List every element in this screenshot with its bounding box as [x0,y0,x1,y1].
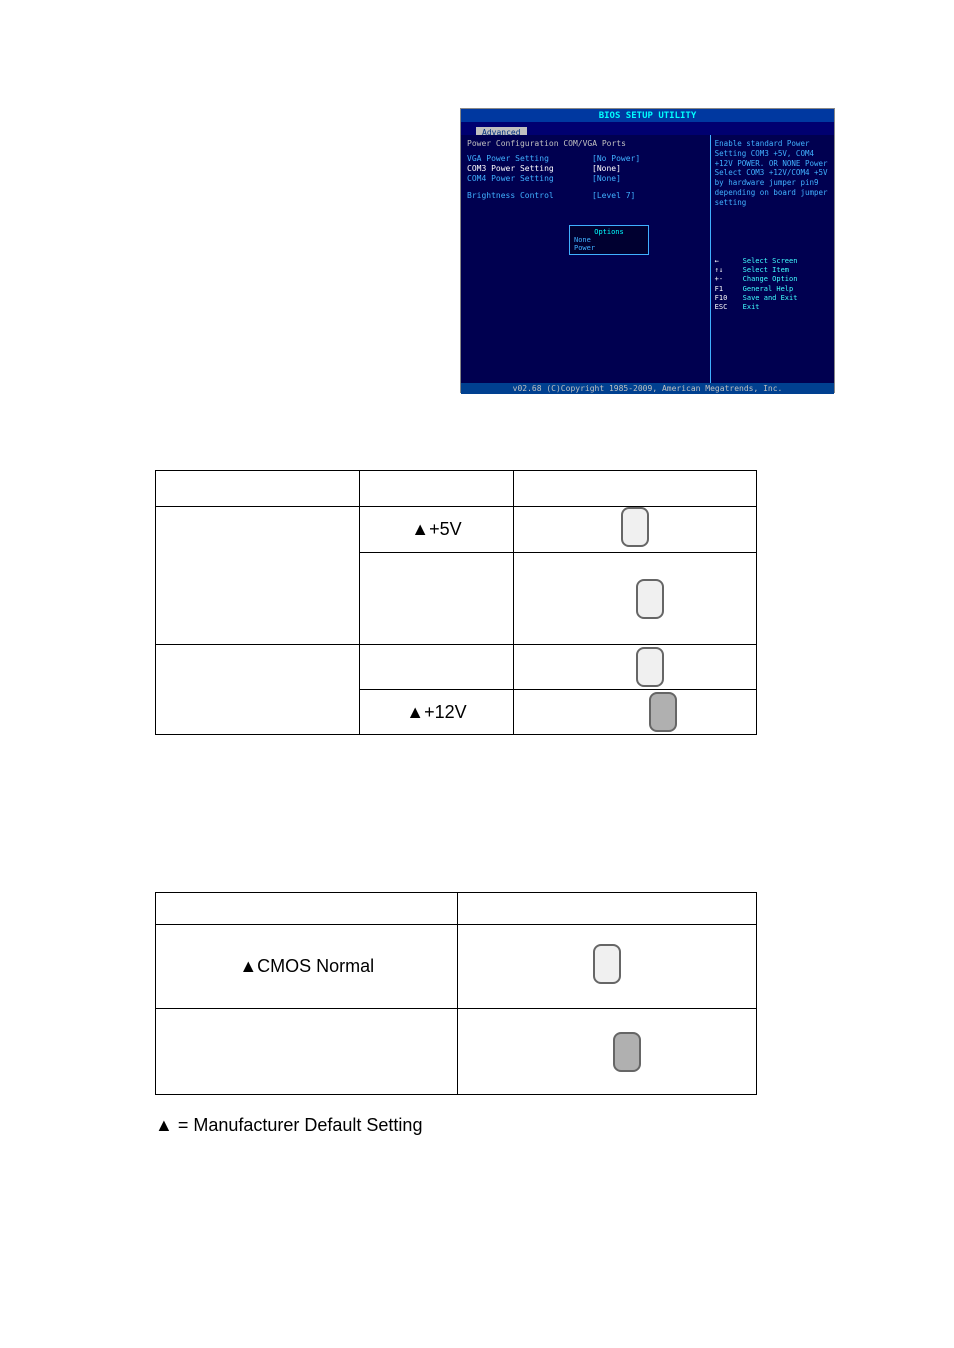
bios-nav-key: ↑↓ [715,266,743,275]
bios-setting-row: VGA Power Setting [No Power] [467,154,704,163]
bios-setting-row: COM4 Power Setting [None] [467,174,704,183]
table-cell [156,1009,458,1095]
table-row [156,893,757,925]
bios-nav-key: ESC [715,303,743,312]
table-cell [514,507,757,553]
jumper-table-1: ▲+5V ▲+12V [155,470,757,735]
jumper-table-2: ▲CMOS Normal [155,892,757,1095]
bios-right-pane: Enable standard Power Setting COM3 +5V, … [710,135,834,383]
bios-left-pane: Power Configuration COM/VGA Ports VGA Po… [461,135,710,383]
jumper-icon [573,1032,641,1072]
table-cell [156,507,360,645]
bios-nav-row: F1General Help [715,285,830,294]
table-cell [514,471,757,507]
bios-option-item: Power [574,244,644,252]
jumper-cap-icon [593,944,621,984]
table-row [156,471,757,507]
bios-setting-value: [None] [592,164,621,173]
bios-screenshot: BIOS SETUP UTILITY Advanced Power Config… [460,108,835,393]
bios-nav-key: +- [715,275,743,284]
table-cell [514,690,757,735]
bios-nav-key: ← [715,257,743,266]
table-cell [156,893,458,925]
table-cell [458,893,757,925]
bios-nav-desc: Save and Exit [743,294,798,303]
bios-nav-desc: Select Screen [743,257,798,266]
bios-main: Power Configuration COM/VGA Ports VGA Po… [461,135,834,383]
bios-setting-row: COM3 Power Setting [None] [467,164,704,173]
table-cell [156,471,360,507]
table-row [156,1009,757,1095]
jumper-cap-icon [636,647,664,687]
jumper-cap-icon [636,579,664,619]
table-row: ▲CMOS Normal [156,925,757,1009]
jumper-icon [594,692,677,732]
bios-setting-row: Brightness Control [Level 7] [467,191,704,200]
bios-nav-row: +-Change Option [715,275,830,284]
bios-nav-row: ←Select Screen [715,257,830,266]
bios-options-popup: Options None Power [569,225,649,255]
jumper-icon [514,579,756,619]
table-cell-5v: ▲+5V [359,507,514,553]
jumper-cap-icon [613,1032,641,1072]
bios-nav-row: F10Save and Exit [715,294,830,303]
bios-nav-key: F1 [715,285,743,294]
table-cell [359,553,514,645]
bios-options-title: Options [574,228,644,236]
bios-setting-value: [Level 7] [592,191,635,200]
bios-setting-name: COM3 Power Setting [467,164,592,173]
bios-help-text: Enable standard Power Setting COM3 +5V, … [715,139,830,207]
bios-nav-desc: Select Item [743,266,789,275]
bios-footer: v02.68 (C)Copyright 1985-2009, American … [461,383,834,394]
table-cell [458,925,757,1009]
bios-nav-key: F10 [715,294,743,303]
bios-option-item: None [574,236,644,244]
table-cell [156,645,360,735]
jumper-icon [593,944,621,984]
table-cell [514,553,757,645]
bios-setting-value: [No Power] [592,154,640,163]
bios-nav-row: ↑↓Select Item [715,266,830,275]
bios-setting-name: Brightness Control [467,191,592,200]
bios-section-title: Power Configuration COM/VGA Ports [467,139,704,148]
table-cell-cmos-normal: ▲CMOS Normal [156,925,458,1009]
bios-header: BIOS SETUP UTILITY [461,109,834,122]
table-cell [359,471,514,507]
bios-tabs-row: Advanced [461,122,834,135]
table-cell [514,645,757,690]
jumper-cap-icon [621,507,649,547]
bios-setting-name: VGA Power Setting [467,154,592,163]
bios-setting-value: [None] [592,174,621,183]
jumper-cap-icon [649,692,677,732]
bios-nav-desc: Change Option [743,275,798,284]
table-row [156,645,757,690]
bios-nav-row: ESCExit [715,303,830,312]
bios-setting-name: COM4 Power Setting [467,174,592,183]
jumper-icon [621,507,649,547]
bios-nav-desc: General Help [743,285,794,294]
footnote-default-setting: ▲ = Manufacturer Default Setting [155,1115,422,1136]
jumper-icon [606,647,664,687]
table-row: ▲+5V [156,507,757,553]
bios-nav-desc: Exit [743,303,760,312]
table-cell [458,1009,757,1095]
table-cell-12v: ▲+12V [359,690,514,735]
table-cell [359,645,514,690]
